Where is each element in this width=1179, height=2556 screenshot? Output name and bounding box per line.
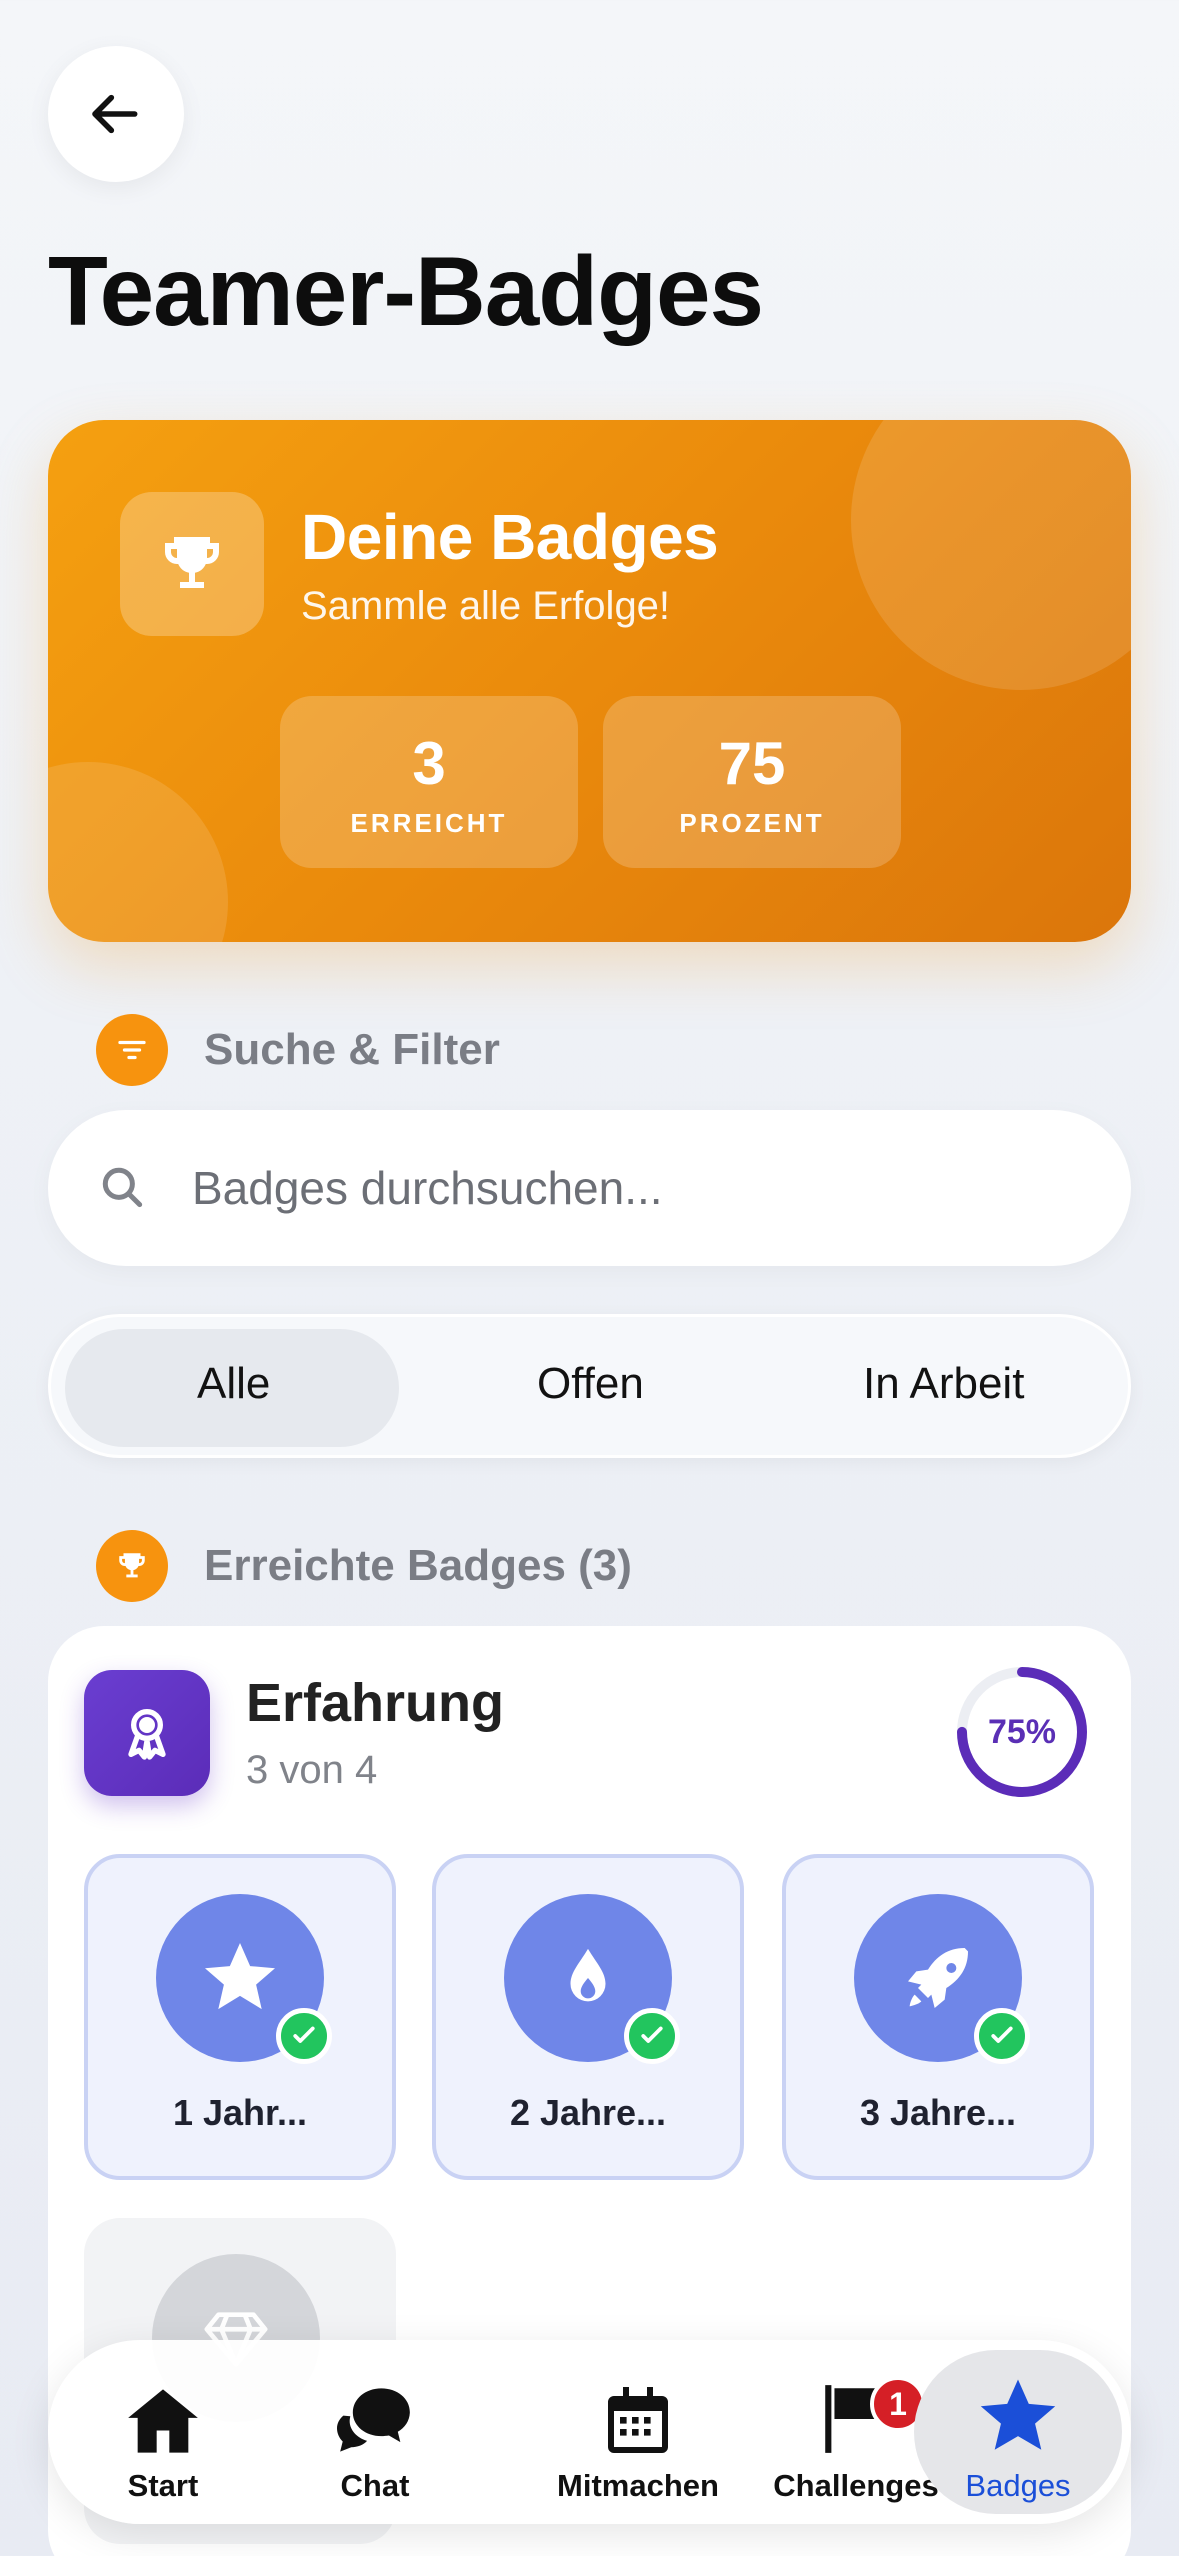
page-title: Teamer-Badges (48, 236, 764, 346)
tab-start[interactable]: Start (88, 2340, 238, 2524)
segment-open[interactable]: Offen (537, 1359, 644, 1409)
segment-all[interactable]: Alle (197, 1359, 270, 1409)
stat-value: 75 (718, 730, 786, 797)
category-title: Erfahrung (246, 1673, 505, 1733)
tab-label: Badges (965, 2468, 1071, 2503)
chat-icon (300, 2376, 450, 2456)
summary-title: Deine Badges (301, 501, 719, 573)
bottom-tab-bar: Start Chat Mitmachen 1 Challenges Badges (48, 2340, 1131, 2524)
segment-in-progress[interactable]: In Arbeit (863, 1359, 1024, 1409)
decorative-circle (48, 762, 228, 942)
badges-summary-card: Deine Badges Sammle alle Erfolge! 3 ERRE… (48, 420, 1131, 942)
tab-label: Start (127, 2468, 199, 2503)
tab-label: Chat (340, 2468, 410, 2503)
filter-segmented-control: Alle Offen In Arbeit (48, 1314, 1131, 1458)
stat-value: 3 (412, 730, 446, 797)
award-ribbon-icon (84, 1670, 210, 1796)
check-icon (624, 2008, 680, 2064)
achieved-section-title: Erreichte Badges (3) (204, 1541, 632, 1590)
arrow-left-icon (92, 94, 138, 134)
trophy-icon (96, 1530, 168, 1602)
summary-subtitle: Sammle alle Erfolge! (301, 584, 671, 628)
badge-tile[interactable]: 3 Jahre... (782, 1854, 1094, 2180)
filter-icon (96, 1014, 168, 1086)
search-icon (102, 1167, 143, 1208)
stat-label: ERREICHT (350, 808, 508, 838)
check-icon (974, 2008, 1030, 2064)
tab-chat[interactable]: Chat (300, 2340, 450, 2524)
category-progress-text: 3 von 4 (246, 1748, 378, 1792)
badge-tile[interactable]: 2 Jahre... (432, 1854, 744, 2180)
back-button[interactable] (48, 46, 184, 182)
stat-label: PROZENT (679, 808, 825, 838)
decorative-circle (851, 420, 1131, 690)
trophy-icon (120, 492, 264, 636)
stat-achieved: 3 ERREICHT (280, 696, 578, 868)
filter-section-header: Suche & Filter (96, 1014, 500, 1086)
badge-name: 3 Jahre... (859, 2092, 1017, 2133)
home-icon (88, 2376, 238, 2456)
check-icon (276, 2008, 332, 2064)
badge-tile[interactable]: 1 Jahr... (84, 1854, 396, 2180)
progress-ring: 75% (954, 1664, 1090, 1800)
search-placeholder: Badges durchsuchen... (192, 1162, 663, 1214)
stat-percent: 75 PROZENT (603, 696, 901, 868)
search-input[interactable]: Badges durchsuchen... (48, 1110, 1131, 1266)
achieved-section-header: Erreichte Badges (3) (96, 1530, 632, 1602)
badge-name: 1 Jahr... (172, 2092, 308, 2133)
tab-badges[interactable]: Badges (914, 2350, 1122, 2514)
progress-percent: 75% (987, 1712, 1057, 1751)
star-icon (914, 2376, 1122, 2456)
badge-name: 2 Jahre... (509, 2092, 667, 2133)
filter-section-title: Suche & Filter (204, 1025, 500, 1074)
